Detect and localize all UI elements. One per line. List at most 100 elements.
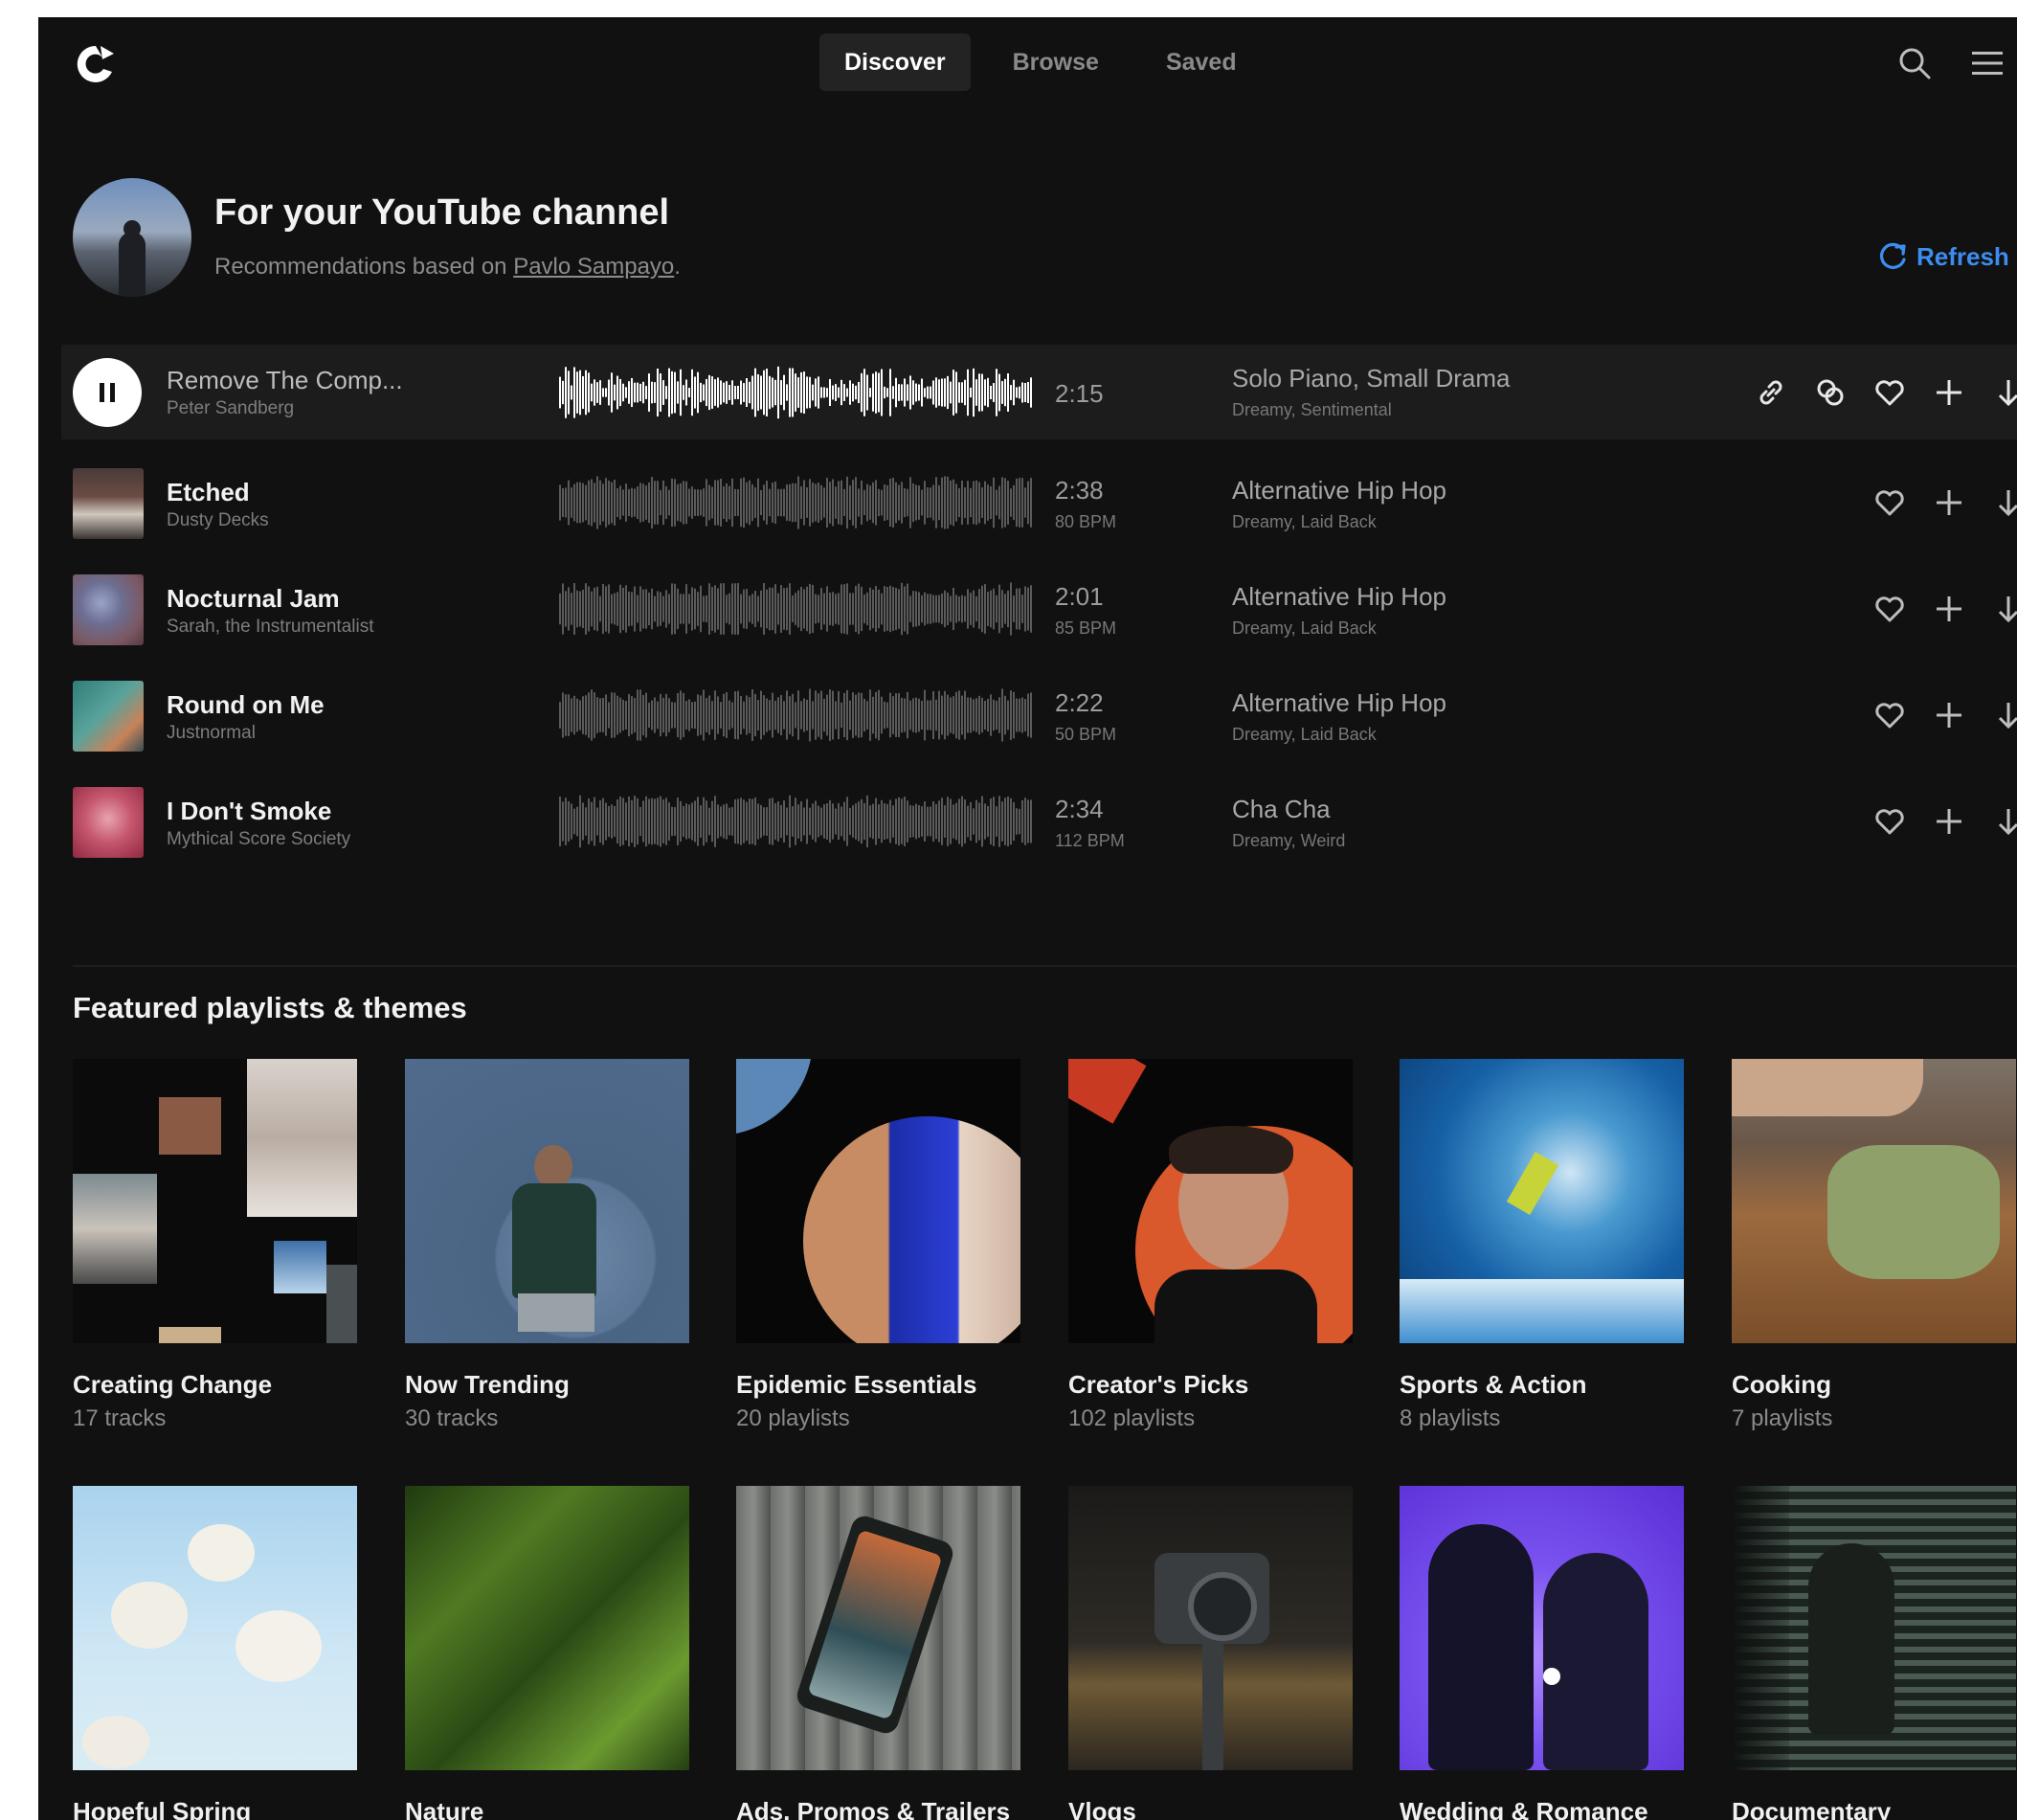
- track-genre[interactable]: Solo Piano, Small Drama: [1232, 364, 1510, 393]
- waveform-bar: [878, 372, 880, 413]
- playlist-card[interactable]: Epidemic Essentials 20 playlists: [736, 1059, 1020, 1431]
- playlist-name[interactable]: Creator's Picks: [1068, 1370, 1248, 1400]
- waveform-bar: [568, 371, 570, 415]
- track-title[interactable]: Nocturnal Jam: [167, 584, 340, 614]
- tab-saved[interactable]: Saved: [1141, 34, 1262, 91]
- track-mood[interactable]: Dreamy, Laid Back: [1232, 512, 1377, 532]
- playlist-name[interactable]: Sports & Action: [1400, 1370, 1586, 1400]
- track-cover[interactable]: [73, 468, 144, 539]
- menu-icon[interactable]: [1968, 44, 2006, 82]
- download-icon[interactable]: [1991, 375, 2017, 410]
- playlist-cover[interactable]: [1732, 1059, 2016, 1343]
- playlist-name[interactable]: Creating Change: [73, 1370, 272, 1400]
- track-mood[interactable]: Dreamy, Weird: [1232, 831, 1345, 851]
- playlist-cover[interactable]: [405, 1059, 689, 1343]
- playlist-card[interactable]: Ads, Promos & Trailers: [736, 1486, 1020, 1820]
- heart-icon[interactable]: [1872, 485, 1907, 520]
- playlist-card[interactable]: Wedding & Romance: [1400, 1486, 1684, 1820]
- playlist-name[interactable]: Documentary: [1732, 1797, 1891, 1820]
- track-genre[interactable]: Alternative Hip Hop: [1232, 476, 1446, 506]
- playlist-card[interactable]: Cooking 7 playlists: [1732, 1059, 2016, 1431]
- refresh-button[interactable]: Refresh: [1876, 240, 2009, 273]
- track-title[interactable]: I Don't Smoke: [167, 797, 331, 826]
- add-icon[interactable]: [1932, 592, 1966, 626]
- waveform[interactable]: [559, 362, 1033, 423]
- playlist-cover[interactable]: [1732, 1486, 2016, 1770]
- track-row[interactable]: I Don't Smoke Mythical Score Society 2:3…: [61, 770, 2017, 876]
- playlist-card[interactable]: Hopeful Spring: [73, 1486, 357, 1820]
- similar-tracks-icon[interactable]: [1813, 375, 1848, 410]
- track-artist[interactable]: Sarah, the Instrumentalist: [167, 617, 374, 638]
- playlist-name[interactable]: Wedding & Romance: [1400, 1797, 1648, 1820]
- track-genre[interactable]: Cha Cha: [1232, 795, 1331, 824]
- track-cover[interactable]: [73, 681, 144, 752]
- track-row[interactable]: Etched Dusty Decks 2:38 80 BPM Alternati…: [61, 451, 2017, 557]
- pause-button[interactable]: [73, 358, 142, 427]
- playlist-cover[interactable]: [736, 1486, 1020, 1770]
- heart-icon[interactable]: [1872, 592, 1907, 626]
- download-icon[interactable]: [1991, 804, 2017, 839]
- track-artist[interactable]: Peter Sandberg: [167, 398, 294, 419]
- playlist-cover[interactable]: [73, 1486, 357, 1770]
- download-icon[interactable]: [1991, 485, 2017, 520]
- logo-icon[interactable]: [72, 40, 120, 88]
- playlist-card[interactable]: Nature: [405, 1486, 689, 1820]
- add-icon[interactable]: [1932, 698, 1966, 732]
- playlist-cover[interactable]: [1068, 1486, 1353, 1770]
- track-artist[interactable]: Mythical Score Society: [167, 829, 350, 850]
- track-row[interactable]: Remove The Comp... Peter Sandberg 2:15 S…: [61, 345, 2017, 439]
- waveform-bar: [792, 595, 794, 622]
- download-icon[interactable]: [1991, 592, 2017, 626]
- track-genre[interactable]: Alternative Hip Hop: [1232, 582, 1446, 612]
- track-mood[interactable]: Dreamy, Laid Back: [1232, 618, 1377, 639]
- playlist-name[interactable]: Hopeful Spring: [73, 1797, 251, 1820]
- playlist-cover[interactable]: [1068, 1059, 1353, 1343]
- playlist-cover[interactable]: [405, 1486, 689, 1770]
- search-icon[interactable]: [1895, 44, 1934, 82]
- track-mood[interactable]: Dreamy, Laid Back: [1232, 725, 1377, 745]
- track-cover[interactable]: [73, 787, 144, 858]
- track-row[interactable]: Nocturnal Jam Sarah, the Instrumentalist…: [61, 557, 2017, 663]
- playlist-name[interactable]: Vlogs: [1068, 1797, 1136, 1820]
- playlist-card[interactable]: Creator's Picks 102 playlists: [1068, 1059, 1353, 1431]
- add-icon[interactable]: [1932, 804, 1966, 839]
- add-icon[interactable]: [1932, 485, 1966, 520]
- playlist-name[interactable]: Nature: [405, 1797, 483, 1820]
- playlist-name[interactable]: Cooking: [1732, 1370, 1831, 1400]
- download-icon[interactable]: [1991, 698, 2017, 732]
- tab-discover[interactable]: Discover: [819, 34, 971, 91]
- playlist-card[interactable]: Vlogs: [1068, 1486, 1353, 1820]
- channel-link[interactable]: Pavlo Sampayo: [513, 254, 674, 280]
- playlist-cover[interactable]: [73, 1059, 357, 1343]
- playlist-name[interactable]: Epidemic Essentials: [736, 1370, 976, 1400]
- track-cover[interactable]: [73, 574, 144, 645]
- track-title[interactable]: Remove The Comp...: [167, 366, 403, 395]
- playlist-card[interactable]: Documentary: [1732, 1486, 2016, 1820]
- track-title[interactable]: Round on Me: [167, 690, 325, 720]
- playlist-name[interactable]: Now Trending: [405, 1370, 570, 1400]
- waveform[interactable]: [559, 578, 1033, 640]
- playlist-cover[interactable]: [1400, 1059, 1684, 1343]
- waveform[interactable]: [559, 685, 1033, 746]
- playlist-name[interactable]: Ads, Promos & Trailers: [736, 1797, 1010, 1820]
- playlist-cover[interactable]: [736, 1059, 1020, 1343]
- track-artist[interactable]: Justnormal: [167, 723, 256, 744]
- playlist-card[interactable]: Creating Change 17 tracks: [73, 1059, 357, 1431]
- waveform-bar: [579, 591, 581, 627]
- add-icon[interactable]: [1932, 375, 1966, 410]
- track-title[interactable]: Etched: [167, 478, 250, 507]
- tab-browse[interactable]: Browse: [988, 34, 1124, 91]
- waveform[interactable]: [559, 791, 1033, 852]
- playlist-cover[interactable]: [1400, 1486, 1684, 1770]
- heart-icon[interactable]: [1872, 698, 1907, 732]
- track-row[interactable]: Round on Me Justnormal 2:22 50 BPM Alter…: [61, 663, 2017, 770]
- link-icon[interactable]: [1754, 375, 1788, 410]
- heart-icon[interactable]: [1872, 375, 1907, 410]
- track-artist[interactable]: Dusty Decks: [167, 510, 269, 531]
- heart-icon[interactable]: [1872, 804, 1907, 839]
- track-genre[interactable]: Alternative Hip Hop: [1232, 688, 1446, 718]
- playlist-card[interactable]: Now Trending 30 tracks: [405, 1059, 689, 1431]
- waveform[interactable]: [559, 472, 1033, 533]
- track-mood[interactable]: Dreamy, Sentimental: [1232, 400, 1392, 420]
- playlist-card[interactable]: Sports & Action 8 playlists: [1400, 1059, 1684, 1431]
